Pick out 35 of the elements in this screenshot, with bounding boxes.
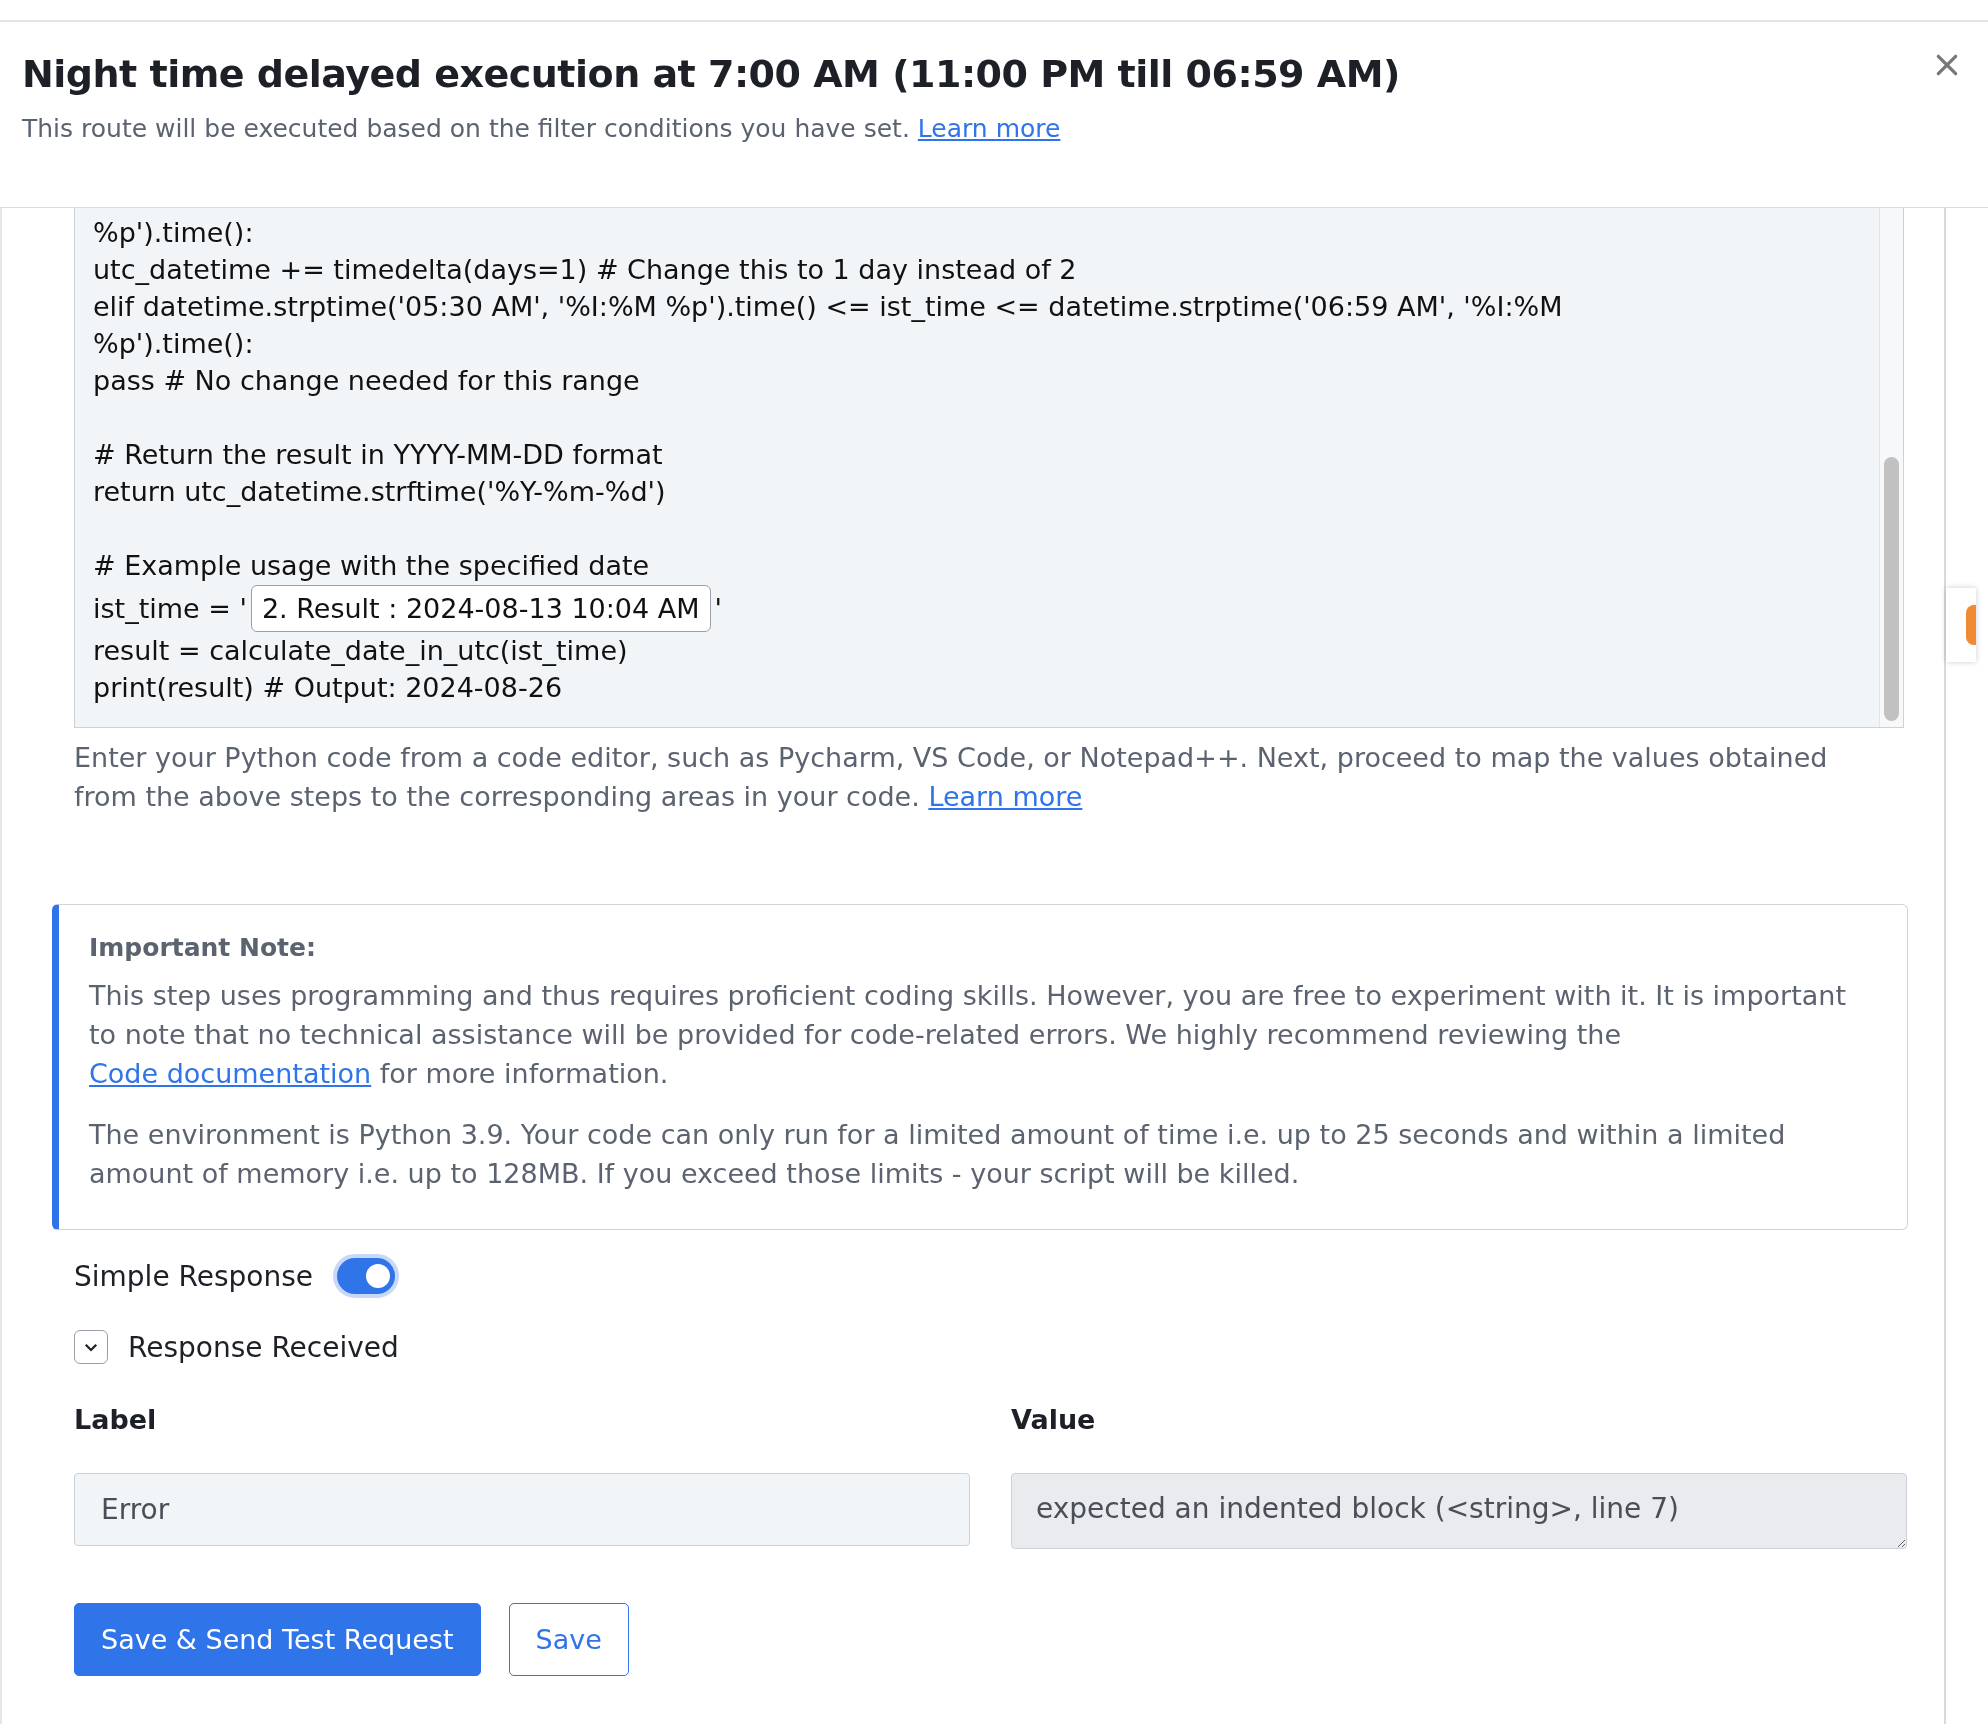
simple-response-toggle[interactable] bbox=[333, 1254, 399, 1298]
dialog-title: Night time delayed execution at 7:00 AM (11:00 PM till 06:59 AM) bbox=[22, 52, 1400, 96]
dialog-subtitle: This route will be executed based on the filter conditions you have set. Learn more bbox=[22, 114, 1062, 143]
code-line: utc_datetime += timedelta(days=1) # Change this to 1 day instead of 2 bbox=[93, 253, 1078, 287]
code-editor[interactable] bbox=[74, 208, 1904, 728]
code-line: result = calculate_date_in_utc(ist_time) bbox=[93, 634, 629, 668]
send-test-button[interactable]: Save & Send Test Request bbox=[74, 1603, 481, 1676]
code-line: %p').time(): bbox=[93, 327, 255, 361]
note-text: The environment is Python 3.9. Your code can only run for a limited amount of time i.e. up to 25 seconds and within a limited amount of memory i.e. up to 128MB. If you exceed those limits - your script will be killed. bbox=[89, 1118, 1787, 1191]
learn-more-link[interactable]: Learn more bbox=[917, 114, 1061, 143]
note-text: This step uses programming and thus requires proficient coding skills. However, you are free to experiment with it. It is important to note that no technical assistance will be provided for code-related errors. We highly recommend reviewing the Code documentation for more information. bbox=[89, 979, 1847, 1091]
field-heading: Label bbox=[74, 1404, 158, 1435]
code-line: return utc_datetime.strftime('%Y-%m-%d') bbox=[93, 475, 667, 509]
learn-more-link[interactable]: Learn more bbox=[928, 781, 1083, 812]
mapped-value-token[interactable]: 2. Result : 2024-08-13 10:04 AM bbox=[250, 584, 711, 632]
label-field[interactable]: Error bbox=[74, 1473, 970, 1546]
help-text: Enter your Python code from a code editor, such as Pycharm, VS Code, or Notepad++. Next, proceed to map the values obtained from the above steps to the corresponding areas in your code. Learn more bbox=[74, 741, 1829, 814]
code-line: print(result) # Output: 2024-08-26 bbox=[93, 671, 564, 705]
code-text: ' bbox=[714, 591, 722, 626]
section-label: Response Received bbox=[128, 1330, 399, 1364]
scrollbar-thumb[interactable] bbox=[1884, 457, 1899, 721]
toggle-label: Simple Response bbox=[74, 1259, 313, 1293]
code-line: elif datetime.strptime('05:30 AM', '%I:%M %p').time() <= ist_time <= datetime.strptime('06:59 AM', '%I:%M bbox=[93, 290, 1564, 324]
code-text: ist_time = ' bbox=[93, 591, 247, 626]
value-field[interactable]: expected an indented block (<string>, line 7) bbox=[1011, 1473, 1907, 1549]
field-heading: Value bbox=[1011, 1404, 1097, 1435]
chevron-icon[interactable] bbox=[74, 1330, 108, 1364]
save-button[interactable]: Save bbox=[508, 1603, 629, 1676]
code-documentation-link[interactable]: Code documentation bbox=[89, 1058, 372, 1089]
code-line: # Return the result in YYYY-MM-DD format bbox=[93, 438, 664, 472]
code-line: %p').time(): bbox=[93, 216, 255, 250]
code-line: pass # No change needed for this range bbox=[93, 364, 641, 398]
side-tab[interactable] bbox=[1946, 588, 1976, 662]
code-line: # Example usage with the specified date bbox=[93, 549, 651, 583]
note-title: Important Note: bbox=[89, 933, 318, 962]
